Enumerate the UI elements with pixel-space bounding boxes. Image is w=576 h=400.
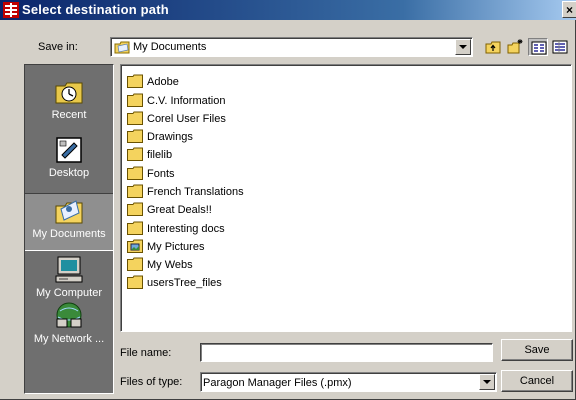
place-label: My Network ...	[33, 333, 105, 345]
folder-icon	[127, 111, 143, 125]
save-in-dropdown[interactable]: My Documents	[110, 37, 473, 57]
files-of-type-dropdown[interactable]: Paragon Manager Files (.pmx)	[200, 372, 497, 392]
place-recent[interactable]: Recent	[25, 77, 113, 133]
place-label: My Computer	[35, 287, 103, 299]
file-name-field[interactable]	[200, 343, 493, 362]
file-name: My Webs	[147, 259, 193, 271]
folder-icon	[127, 166, 143, 180]
details-view-icon	[552, 40, 568, 54]
create-new-folder-icon	[507, 39, 523, 54]
recent-clock-icon	[55, 82, 83, 104]
pictures-folder-icon	[127, 239, 143, 253]
place-my-network[interactable]: My Network ...	[25, 301, 113, 357]
cancel-button[interactable]: Cancel	[501, 370, 573, 392]
list-view-button[interactable]	[528, 38, 548, 56]
my-documents-icon	[55, 200, 83, 224]
file-name: filelib	[147, 149, 173, 161]
my-computer-icon	[55, 256, 83, 283]
folder-icon	[127, 93, 143, 107]
app-icon	[3, 2, 19, 18]
file-name: Interesting docs	[147, 223, 225, 235]
file-name-label: File name:	[120, 347, 172, 359]
file-name: Corel User Files	[147, 113, 226, 125]
file-name: Fonts	[147, 168, 175, 180]
folder-icon	[127, 221, 143, 235]
select-destination-dialog: Select destination path × Save in: My Do…	[0, 0, 576, 400]
my-documents-icon	[114, 41, 130, 54]
folder-icon	[127, 147, 143, 161]
file-name: C.V. Information	[147, 95, 226, 107]
place-my-documents[interactable]: My Documents	[25, 193, 113, 251]
save-in-label: Save in:	[38, 41, 78, 53]
place-label: Desktop	[48, 167, 90, 179]
places-bar: Recent Desktop My Documents My Computer …	[24, 64, 114, 394]
save-in-value: My Documents	[133, 41, 207, 53]
my-network-icon	[56, 302, 82, 328]
create-new-folder-button[interactable]	[505, 38, 525, 56]
folder-icon	[127, 184, 143, 198]
save-button[interactable]: Save	[501, 339, 573, 361]
file-name: Great Deals!!	[147, 204, 212, 216]
place-label: My Documents	[32, 228, 106, 240]
file-name: French Translations	[147, 186, 244, 198]
up-one-level-button[interactable]	[483, 38, 503, 56]
place-label: Recent	[51, 109, 87, 121]
folder-icon	[127, 257, 143, 271]
chevron-down-icon[interactable]	[479, 374, 495, 390]
folder-icon	[127, 129, 143, 143]
folder-icon	[127, 202, 143, 216]
desktop-icon	[56, 137, 82, 163]
folder-icon	[127, 275, 143, 289]
window-title: Select destination path	[22, 2, 169, 17]
file-name: Drawings	[147, 131, 193, 143]
title-bar[interactable]: Select destination path ×	[0, 0, 576, 20]
file-list[interactable]: Adobe C.V. Information Corel User Files …	[120, 64, 572, 332]
close-icon[interactable]: ×	[562, 1, 576, 18]
folder-icon	[127, 74, 143, 88]
chevron-down-icon[interactable]	[455, 39, 471, 55]
file-name: Adobe	[147, 76, 179, 88]
file-name: My Pictures	[147, 241, 205, 253]
files-of-type-label: Files of type:	[120, 376, 183, 388]
place-desktop[interactable]: Desktop	[25, 135, 113, 191]
list-view-icon	[531, 41, 547, 55]
details-view-button[interactable]	[550, 38, 570, 56]
file-name: usersTree_files	[147, 277, 222, 289]
up-one-level-icon	[485, 41, 501, 54]
files-of-type-value: Paragon Manager Files (.pmx)	[203, 377, 352, 389]
